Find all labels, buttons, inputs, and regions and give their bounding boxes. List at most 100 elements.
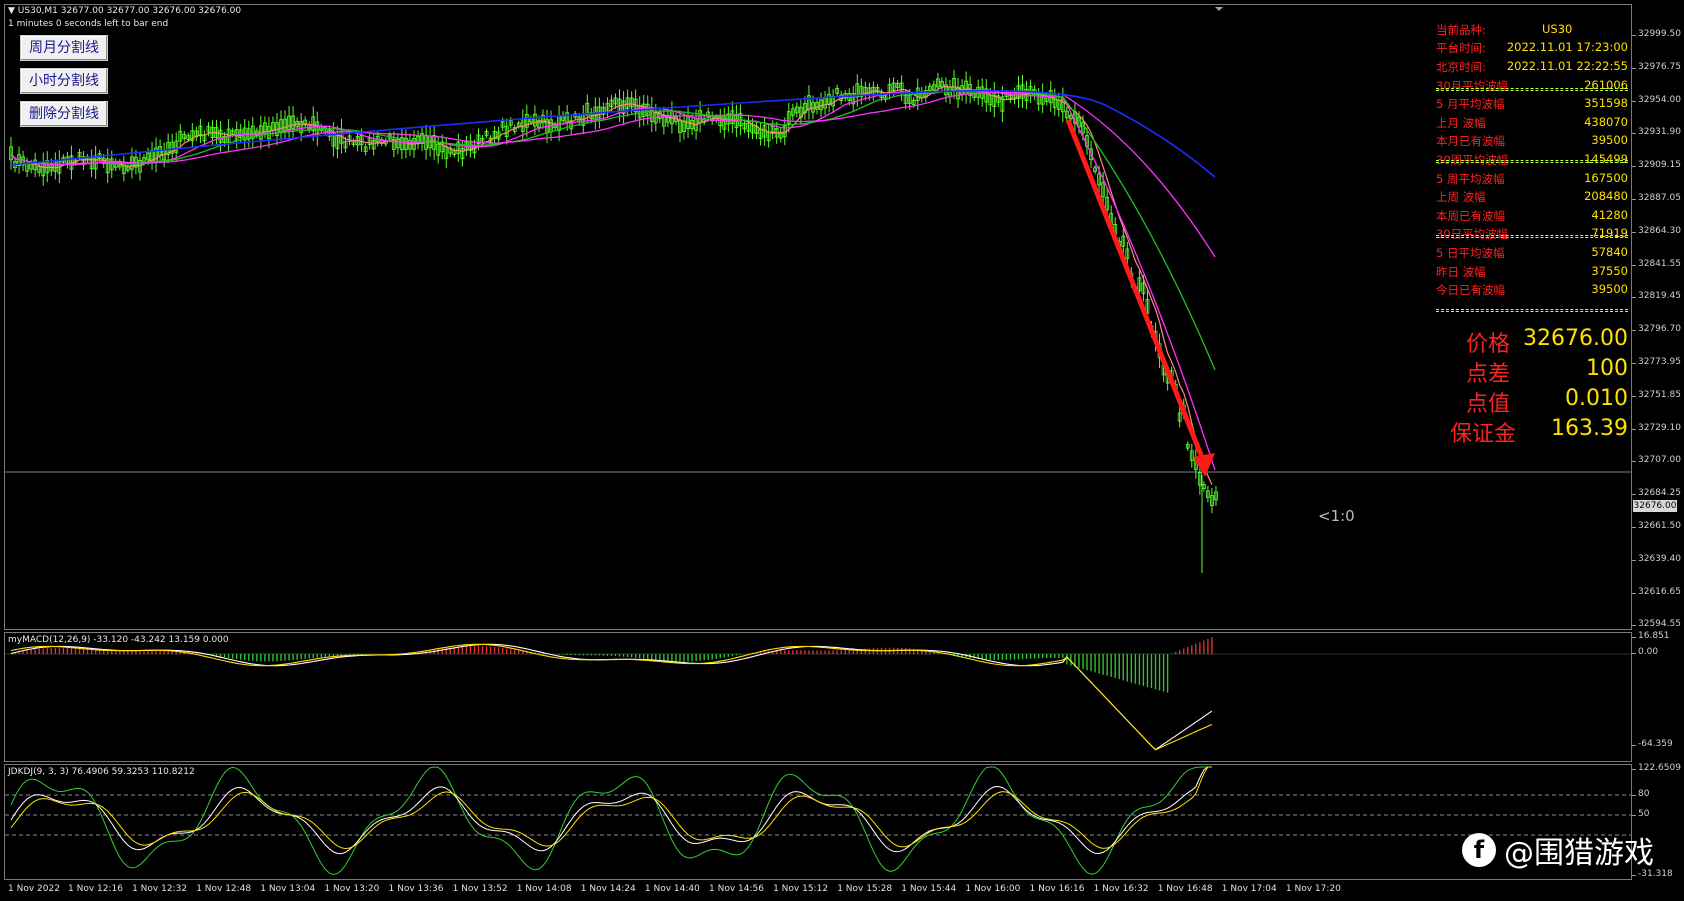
candle	[984, 79, 989, 112]
price-axis[interactable]: 32999.50 32976.75 32954.00 32931.90 32909.15…	[1632, 4, 1684, 630]
candle	[1206, 485, 1210, 503]
price-chart-pane[interactable]	[4, 4, 1632, 630]
candle	[835, 84, 840, 98]
candle	[794, 102, 799, 118]
candle	[400, 128, 404, 160]
price-axis-tick	[1632, 330, 1636, 332]
candle	[174, 132, 179, 161]
candle	[484, 128, 489, 139]
candle	[851, 85, 856, 112]
candle	[198, 118, 203, 144]
info-big-key: 保证金	[1449, 422, 1516, 447]
kdj-pane[interactable]	[4, 764, 1632, 880]
week-month-divider-button[interactable]: 周月分割线	[20, 35, 108, 61]
candle	[287, 106, 291, 140]
candle	[1210, 487, 1214, 514]
candle	[758, 122, 763, 146]
info-row-value: 57840	[1591, 245, 1628, 259]
candle	[682, 113, 686, 140]
price-axis-tick	[1632, 264, 1636, 266]
candle	[956, 78, 960, 109]
info-row-key: 本周已有波幅	[1436, 209, 1505, 223]
macd-axis-label: 0.00	[1638, 647, 1659, 657]
info-row: 5 月平均波幅 351598	[1436, 96, 1628, 112]
price-axis-label: 32773.95	[1638, 357, 1681, 367]
info-row-value: 351598	[1584, 96, 1628, 110]
candle	[166, 133, 171, 164]
candle	[621, 91, 626, 124]
candle	[996, 90, 1001, 108]
hour-divider-button[interactable]: 小时分割线	[20, 68, 108, 94]
price-chart-canvas	[5, 7, 1631, 573]
price-axis-tick	[1632, 559, 1636, 561]
candle	[952, 69, 956, 99]
candle	[976, 79, 981, 105]
time-axis-label: 1 Nov 14:08	[516, 884, 572, 894]
info-row: 5 周平均波幅 167500	[1436, 171, 1628, 187]
candle	[1214, 486, 1218, 506]
price-axis-tick	[1632, 395, 1636, 397]
symbol-ohlc-header: ▼ US30,M1 32677.00 32677.00 32676.00 326…	[8, 6, 241, 16]
candle	[702, 115, 707, 126]
price-axis-tick	[1632, 297, 1636, 299]
info-row-value: 39500	[1591, 282, 1628, 296]
macd-pane[interactable]	[4, 632, 1632, 762]
price-axis-tick	[1632, 461, 1636, 463]
price-axis-tick	[1632, 35, 1636, 36]
candle	[45, 151, 50, 183]
macd-axis-tick	[1632, 745, 1636, 746]
macd-axis: 16.851 0.00 -64.359	[1632, 631, 1684, 762]
time-axis-label: 1 Nov 16:16	[1029, 884, 1085, 894]
time-axis-label: 1 Nov 14:24	[580, 884, 636, 894]
time-axis-label: 1 Nov 15:12	[773, 884, 829, 894]
candle	[440, 134, 445, 160]
price-axis-label: 32639.40	[1638, 553, 1681, 564]
candle	[919, 86, 924, 103]
candle	[569, 114, 574, 135]
candle	[678, 110, 682, 143]
price-axis-label: 32976.75	[1638, 61, 1681, 72]
info-row: 30日平均波幅 71919	[1436, 226, 1628, 242]
price-axis-label: 32909.15	[1638, 160, 1681, 171]
dropdown-triangle-icon[interactable]: ▼	[8, 6, 15, 16]
candle	[81, 151, 86, 171]
info-big-row: 保证金 163.39	[1436, 416, 1628, 447]
info-row-value: 145499	[1584, 152, 1628, 166]
candle	[665, 110, 670, 128]
delete-divider-button[interactable]: 删除分割线	[20, 101, 108, 127]
kdj-axis-tick	[1632, 795, 1636, 796]
price-axis-tick	[1632, 100, 1636, 102]
info-row: 本周已有波幅 41280	[1436, 208, 1628, 224]
price-axis-label: 32887.05	[1638, 193, 1681, 203]
candle	[746, 114, 751, 139]
kdj-d-line	[10, 766, 1212, 850]
price-axis-label: 32751.85	[1638, 389, 1681, 400]
candle	[367, 132, 372, 150]
candle	[436, 135, 441, 164]
time-axis-label: 1 Nov 14:40	[644, 884, 700, 894]
candle	[420, 125, 424, 152]
candle	[218, 120, 223, 152]
time-axis-label: 1 Nov 13:52	[452, 884, 508, 894]
info-separator	[1436, 235, 1628, 238]
candle	[41, 152, 46, 186]
time-axis-label: 1 Nov 12:16	[68, 884, 123, 894]
price-axis-label: 32707.00	[1638, 455, 1681, 466]
info-row: 上月 波幅 438070	[1436, 115, 1628, 131]
info-big-value: 0.010	[1565, 386, 1628, 411]
candle	[283, 110, 287, 139]
price-axis-tick	[1632, 231, 1636, 233]
kdj-axis-tick	[1632, 815, 1636, 816]
candle	[448, 144, 453, 158]
price-axis-tick	[1632, 133, 1636, 135]
info-row-key: 本月已有波幅	[1436, 134, 1505, 148]
candle	[444, 137, 449, 168]
candle	[1193, 448, 1198, 479]
price-axis-label: 32684.25	[1638, 488, 1681, 499]
price-axis-tick	[1632, 494, 1636, 496]
price-axis-tick	[1632, 592, 1636, 594]
info-row: 上周 波幅 208480	[1436, 189, 1628, 205]
candle	[815, 97, 819, 115]
candle	[803, 96, 807, 120]
time-axis-label: 1 Nov 17:04	[1221, 884, 1277, 894]
